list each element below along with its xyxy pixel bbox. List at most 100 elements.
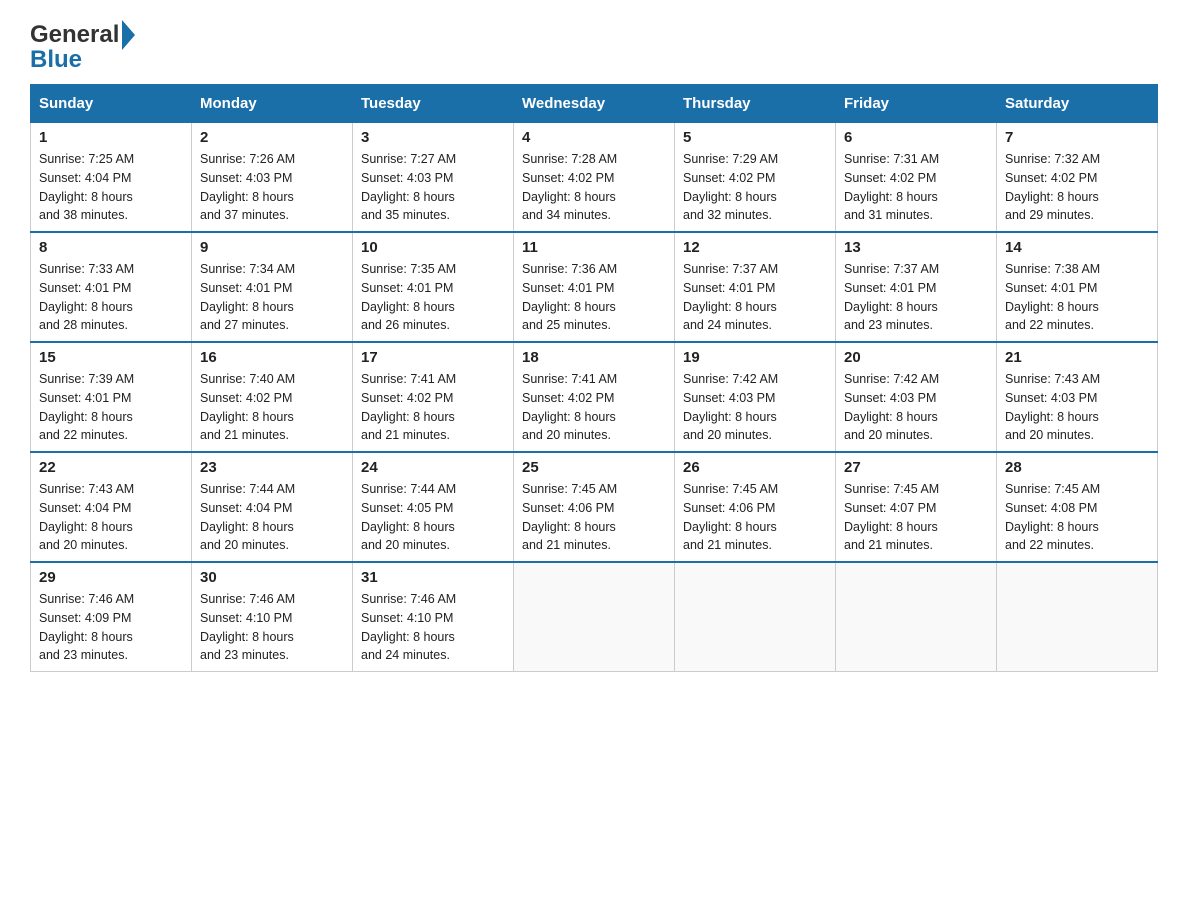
- day-cell: 4 Sunrise: 7:28 AMSunset: 4:02 PMDaylight…: [514, 123, 675, 233]
- day-number: 21: [1005, 349, 1149, 366]
- day-info: Sunrise: 7:43 AMSunset: 4:03 PMDaylight:…: [1005, 370, 1149, 445]
- day-number: 9: [200, 239, 344, 256]
- col-header-saturday: Saturday: [997, 85, 1158, 123]
- day-cell: 18Sunrise: 7:41 AMSunset: 4:02 PMDayligh…: [514, 342, 675, 452]
- day-cell: 17 Sunrise: 7:41 AMSunset: 4:02 PMDayligh…: [353, 342, 514, 452]
- day-number: 13: [844, 239, 988, 256]
- day-cell: 13 Sunrise: 7:37 AMSunset: 4:01 PMDayligh…: [836, 232, 997, 342]
- day-number: 23: [200, 459, 344, 476]
- day-cell: 12 Sunrise: 7:37 AMSunset: 4:01 PMDayligh…: [675, 232, 836, 342]
- day-info: Sunrise: 7:35 AMSunset: 4:01 PMDaylight:…: [361, 260, 505, 335]
- calendar-table: SundayMondayTuesdayWednesdayThursdayFrid…: [30, 84, 1158, 672]
- day-cell: 22 Sunrise: 7:43 AMSunset: 4:04 PMDayligh…: [31, 452, 192, 562]
- day-cell: 25 Sunrise: 7:45 AMSunset: 4:06 PMDayligh…: [514, 452, 675, 562]
- day-number: 15: [39, 349, 183, 366]
- col-header-thursday: Thursday: [675, 85, 836, 123]
- day-cell: 7 Sunrise: 7:32 AMSunset: 4:02 PMDaylight…: [997, 123, 1158, 233]
- day-cell: 6 Sunrise: 7:31 AMSunset: 4:02 PMDaylight…: [836, 123, 997, 233]
- day-number: 27: [844, 459, 988, 476]
- day-number: 28: [1005, 459, 1149, 476]
- day-cell: 20Sunrise: 7:42 AMSunset: 4:03 PMDayligh…: [836, 342, 997, 452]
- day-info: Sunrise: 7:25 AMSunset: 4:04 PMDaylight:…: [39, 150, 183, 225]
- day-cell: 21 Sunrise: 7:43 AMSunset: 4:03 PMDayligh…: [997, 342, 1158, 452]
- day-info: Sunrise: 7:27 AMSunset: 4:03 PMDaylight:…: [361, 150, 505, 225]
- day-number: 7: [1005, 129, 1149, 146]
- col-header-sunday: Sunday: [31, 85, 192, 123]
- day-cell: 10Sunrise: 7:35 AMSunset: 4:01 PMDayligh…: [353, 232, 514, 342]
- day-info: Sunrise: 7:41 AMSunset: 4:02 PMDaylight:…: [361, 370, 505, 445]
- day-info: Sunrise: 7:38 AMSunset: 4:01 PMDaylight:…: [1005, 260, 1149, 335]
- day-cell: 8Sunrise: 7:33 AMSunset: 4:01 PMDaylight…: [31, 232, 192, 342]
- day-number: 12: [683, 239, 827, 256]
- col-header-wednesday: Wednesday: [514, 85, 675, 123]
- day-cell: 27 Sunrise: 7:45 AMSunset: 4:07 PMDayligh…: [836, 452, 997, 562]
- day-info: Sunrise: 7:45 AMSunset: 4:06 PMDaylight:…: [683, 480, 827, 555]
- day-info: Sunrise: 7:40 AMSunset: 4:02 PMDaylight:…: [200, 370, 344, 445]
- logo-text-blue: Blue: [30, 46, 82, 73]
- week-row-5: 29 Sunrise: 7:46 AMSunset: 4:09 PMDayligh…: [31, 562, 1158, 672]
- day-number: 25: [522, 459, 666, 476]
- day-info: Sunrise: 7:36 AMSunset: 4:01 PMDaylight:…: [522, 260, 666, 335]
- day-number: 19: [683, 349, 827, 366]
- day-cell: 15 Sunrise: 7:39 AMSunset: 4:01 PMDayligh…: [31, 342, 192, 452]
- day-cell: 9 Sunrise: 7:34 AMSunset: 4:01 PMDaylight…: [192, 232, 353, 342]
- day-info: Sunrise: 7:37 AMSunset: 4:01 PMDaylight:…: [683, 260, 827, 335]
- day-info: Sunrise: 7:46 AMSunset: 4:10 PMDaylight:…: [361, 590, 505, 665]
- day-cell: [514, 562, 675, 672]
- day-info: Sunrise: 7:34 AMSunset: 4:01 PMDaylight:…: [200, 260, 344, 335]
- week-row-3: 15 Sunrise: 7:39 AMSunset: 4:01 PMDayligh…: [31, 342, 1158, 452]
- day-cell: 28 Sunrise: 7:45 AMSunset: 4:08 PMDayligh…: [997, 452, 1158, 562]
- day-number: 30: [200, 569, 344, 586]
- day-number: 16: [200, 349, 344, 366]
- day-number: 1: [39, 129, 183, 146]
- day-cell: [836, 562, 997, 672]
- day-number: 2: [200, 129, 344, 146]
- day-info: Sunrise: 7:31 AMSunset: 4:02 PMDaylight:…: [844, 150, 988, 225]
- day-info: Sunrise: 7:44 AMSunset: 4:04 PMDaylight:…: [200, 480, 344, 555]
- day-number: 11: [522, 239, 666, 256]
- day-info: Sunrise: 7:45 AMSunset: 4:08 PMDaylight:…: [1005, 480, 1149, 555]
- logo: General Blue: [30, 20, 138, 74]
- day-info: Sunrise: 7:32 AMSunset: 4:02 PMDaylight:…: [1005, 150, 1149, 225]
- day-cell: [997, 562, 1158, 672]
- day-cell: 5 Sunrise: 7:29 AMSunset: 4:02 PMDaylight…: [675, 123, 836, 233]
- day-cell: 2Sunrise: 7:26 AMSunset: 4:03 PMDaylight…: [192, 123, 353, 233]
- day-info: Sunrise: 7:45 AMSunset: 4:07 PMDaylight:…: [844, 480, 988, 555]
- day-number: 29: [39, 569, 183, 586]
- day-cell: 24Sunrise: 7:44 AMSunset: 4:05 PMDayligh…: [353, 452, 514, 562]
- day-number: 6: [844, 129, 988, 146]
- day-cell: 29 Sunrise: 7:46 AMSunset: 4:09 PMDayligh…: [31, 562, 192, 672]
- day-number: 18: [522, 349, 666, 366]
- day-cell: 30 Sunrise: 7:46 AMSunset: 4:10 PMDayligh…: [192, 562, 353, 672]
- col-header-tuesday: Tuesday: [353, 85, 514, 123]
- day-cell: 26 Sunrise: 7:45 AMSunset: 4:06 PMDayligh…: [675, 452, 836, 562]
- header-row: SundayMondayTuesdayWednesdayThursdayFrid…: [31, 85, 1158, 123]
- day-cell: 1 Sunrise: 7:25 AMSunset: 4:04 PMDaylight…: [31, 123, 192, 233]
- day-cell: 19Sunrise: 7:42 AMSunset: 4:03 PMDayligh…: [675, 342, 836, 452]
- day-number: 5: [683, 129, 827, 146]
- logo-text-general: General: [30, 23, 119, 47]
- day-number: 14: [1005, 239, 1149, 256]
- day-number: 8: [39, 239, 183, 256]
- day-info: Sunrise: 7:44 AMSunset: 4:05 PMDaylight:…: [361, 480, 505, 555]
- day-cell: 31Sunrise: 7:46 AMSunset: 4:10 PMDayligh…: [353, 562, 514, 672]
- week-row-1: 1 Sunrise: 7:25 AMSunset: 4:04 PMDaylight…: [31, 123, 1158, 233]
- day-number: 22: [39, 459, 183, 476]
- logo-chevron-icon: [122, 20, 135, 50]
- col-header-monday: Monday: [192, 85, 353, 123]
- day-info: Sunrise: 7:37 AMSunset: 4:01 PMDaylight:…: [844, 260, 988, 335]
- day-info: Sunrise: 7:43 AMSunset: 4:04 PMDaylight:…: [39, 480, 183, 555]
- day-info: Sunrise: 7:46 AMSunset: 4:10 PMDaylight:…: [200, 590, 344, 665]
- day-info: Sunrise: 7:28 AMSunset: 4:02 PMDaylight:…: [522, 150, 666, 225]
- week-row-4: 22 Sunrise: 7:43 AMSunset: 4:04 PMDayligh…: [31, 452, 1158, 562]
- day-cell: [675, 562, 836, 672]
- day-info: Sunrise: 7:46 AMSunset: 4:09 PMDaylight:…: [39, 590, 183, 665]
- col-header-friday: Friday: [836, 85, 997, 123]
- day-number: 26: [683, 459, 827, 476]
- day-info: Sunrise: 7:45 AMSunset: 4:06 PMDaylight:…: [522, 480, 666, 555]
- day-number: 4: [522, 129, 666, 146]
- day-info: Sunrise: 7:29 AMSunset: 4:02 PMDaylight:…: [683, 150, 827, 225]
- day-number: 17: [361, 349, 505, 366]
- day-cell: 14 Sunrise: 7:38 AMSunset: 4:01 PMDayligh…: [997, 232, 1158, 342]
- day-info: Sunrise: 7:39 AMSunset: 4:01 PMDaylight:…: [39, 370, 183, 445]
